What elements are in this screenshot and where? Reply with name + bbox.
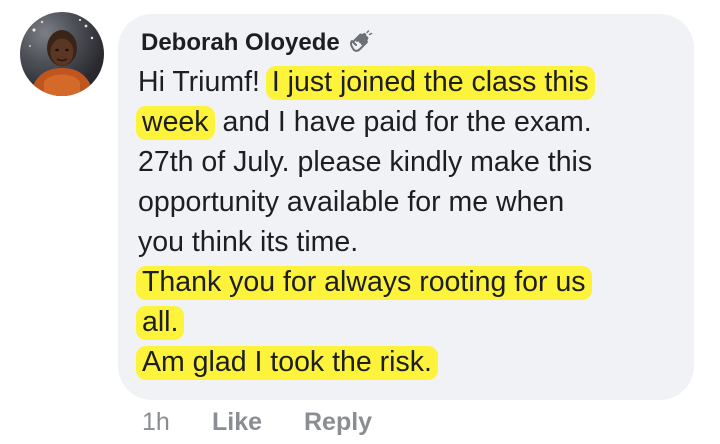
highlighted-text: week [136,106,215,140]
comment-line: 27th of July. please kindly make this [138,142,678,182]
avatar[interactable] [20,12,104,96]
comment-text-segment: and I have paid for the exam. [214,106,592,138]
comment-line: opportunity available for me when [138,182,678,222]
highlighted-text: Am glad I took the risk. [136,346,438,380]
comment-line: Thank you for always rooting for us [136,262,678,302]
waving-hand-icon [349,30,372,52]
comment-text-segment: Hi Triumf! [138,66,268,98]
comment-line: week and I have paid for the exam. [136,102,678,142]
comment-line: all. [136,302,678,342]
comment-text-segment: you think its time. [138,226,359,258]
comment-actions: 1h Like Reply [142,404,372,440]
profile-photo [29,19,94,96]
comment-author: Deborah Oloyede [141,26,374,60]
comment-text-segment: opportunity available for me when [138,186,565,218]
comment-line: Am glad I took the risk. [136,342,678,382]
comment-line: you think its time. [138,222,678,262]
highlighted-text: Thank you for always rooting for us [136,266,592,300]
comment-text: Hi Triumf! I just joined the class this w… [136,62,678,382]
reply-button[interactable]: Reply [304,408,372,437]
author-name[interactable]: Deborah Oloyede [141,29,340,57]
comment-line: Hi Triumf! I just joined the class this [138,62,678,102]
like-button[interactable]: Like [212,408,304,437]
timestamp[interactable]: 1h [142,408,212,437]
comment-text-segment: 27th of July. please kindly make this [138,146,593,178]
highlighted-text: I just joined the class this [265,66,595,100]
highlighted-text: all. [136,306,185,340]
